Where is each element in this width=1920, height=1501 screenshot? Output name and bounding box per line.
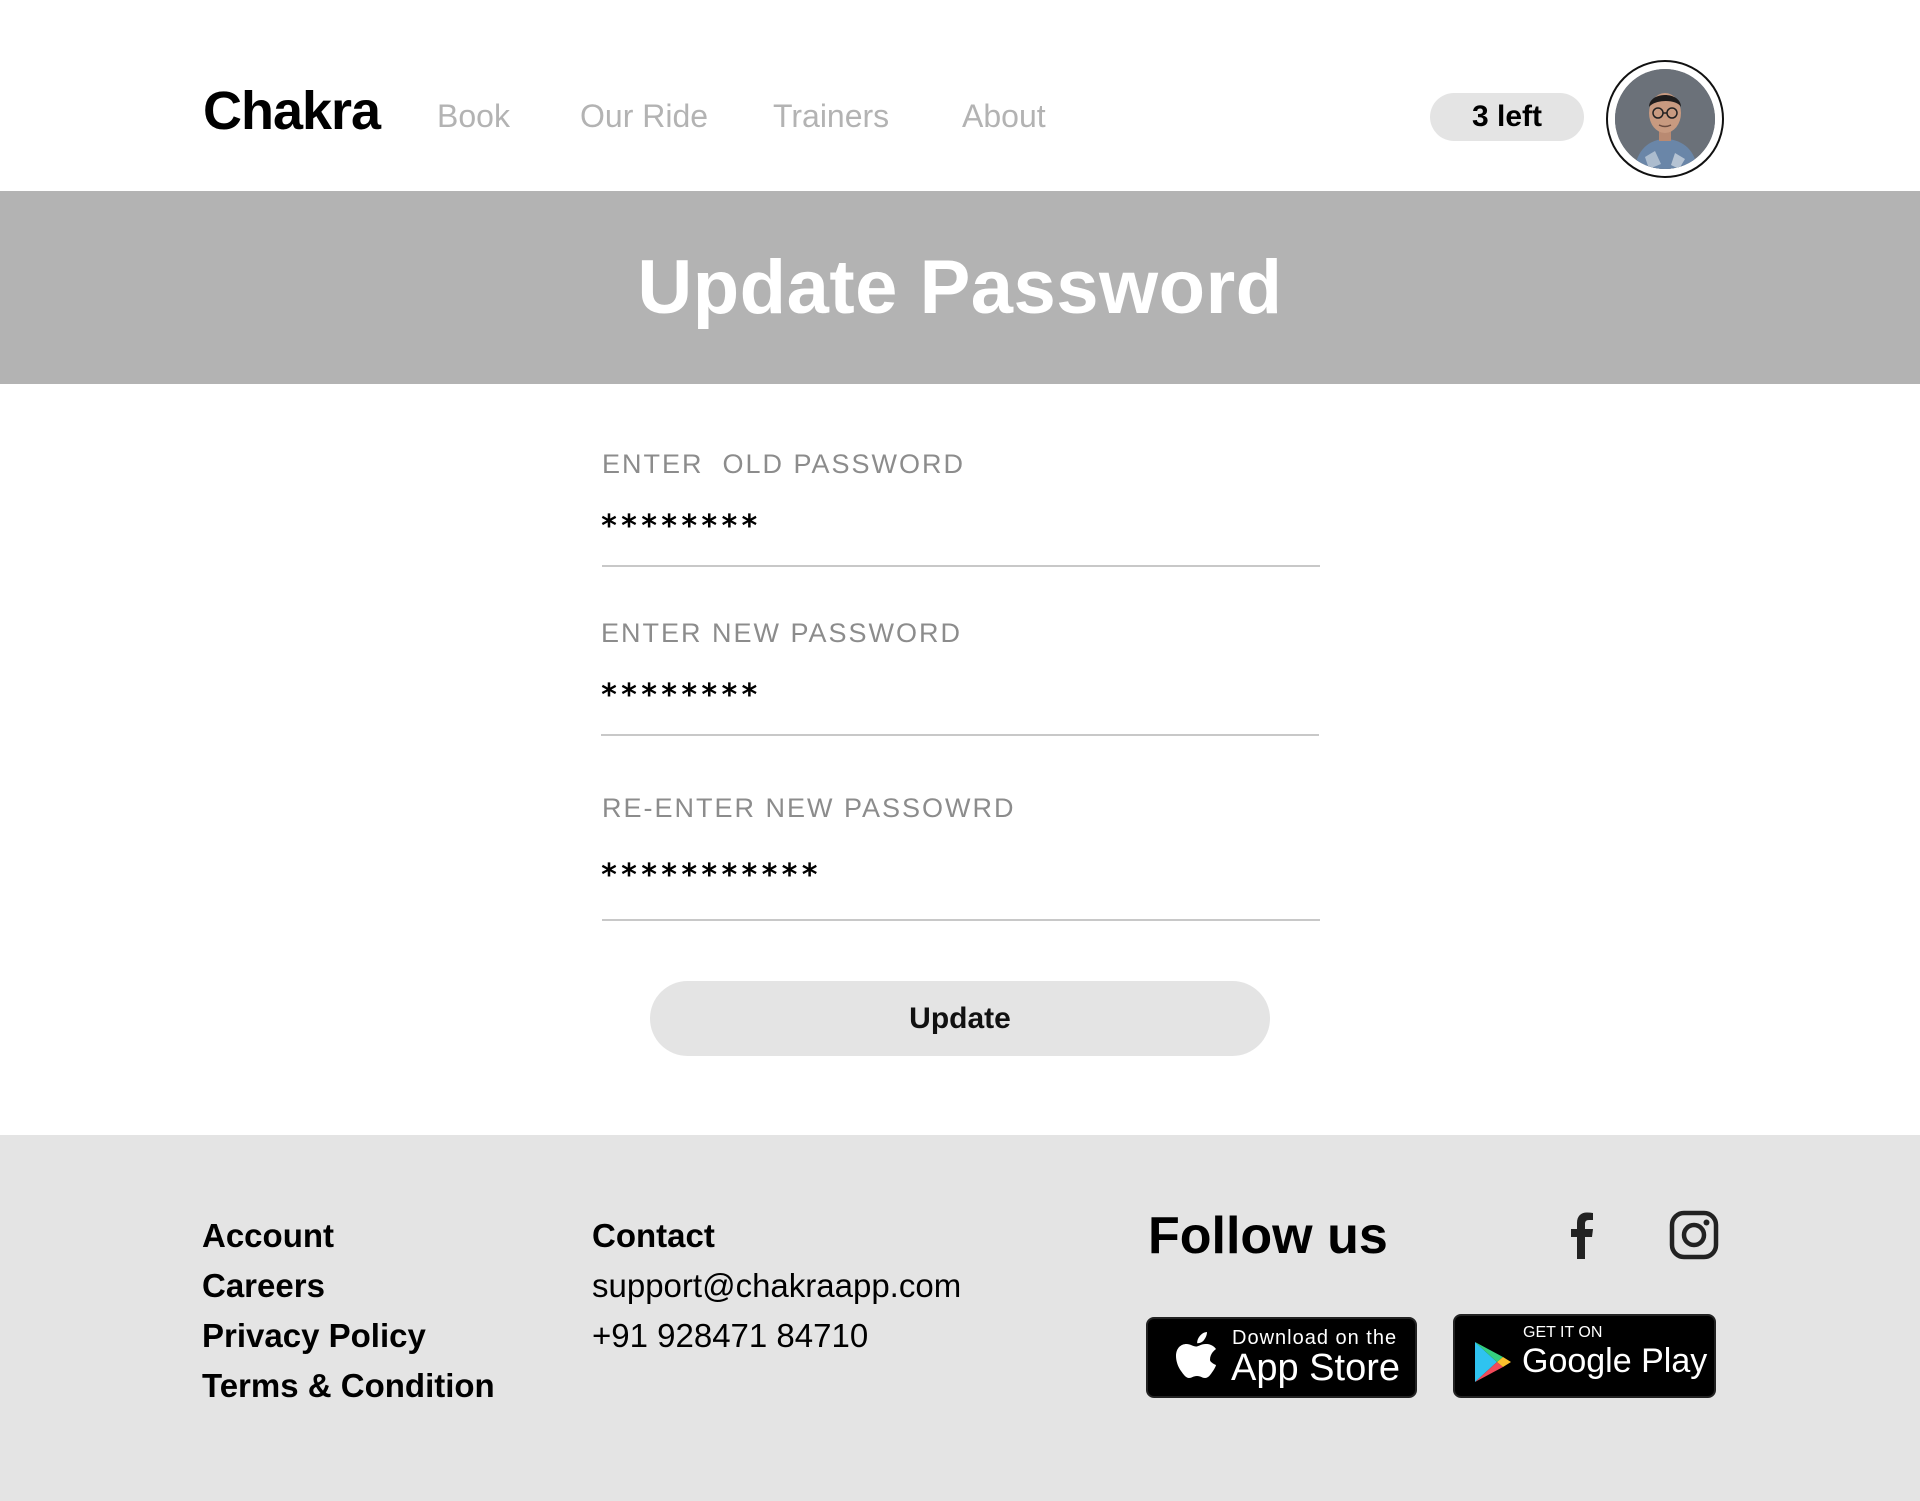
confirm-password-field: RE-ENTER NEW PASSOWRD: [600, 791, 1320, 922]
logo[interactable]: Chakra: [203, 78, 381, 144]
confirm-password-underline: [602, 919, 1320, 921]
update-button[interactable]: Update: [650, 981, 1270, 1056]
footer-link-terms[interactable]: Terms & Condition: [202, 1365, 495, 1407]
user-avatar-photo-icon: [1615, 69, 1715, 169]
old-password-field: ENTER OLD PASSWORD: [600, 447, 1320, 567]
new-password-input[interactable]: [600, 673, 1320, 717]
old-password-label: ENTER OLD PASSWORD: [602, 449, 966, 479]
avatar: [1615, 69, 1715, 169]
page-banner: Update Password: [0, 191, 1920, 384]
contact-heading: Contact: [592, 1217, 715, 1254]
site-header: Chakra Book Our Ride Trainers About 3 le…: [0, 0, 1920, 191]
footer-link-account[interactable]: Account: [202, 1215, 334, 1257]
credits-badge[interactable]: 3 left: [1430, 93, 1584, 141]
new-password-field: ENTER NEW PASSWORD: [600, 616, 1320, 736]
google-play-badge[interactable]: GET IT ON Google Play: [1453, 1314, 1716, 1398]
new-password-label: ENTER NEW PASSWORD: [601, 618, 963, 648]
facebook-icon[interactable]: [1556, 1209, 1608, 1261]
app-store-badge[interactable]: Download on the App Store: [1146, 1317, 1417, 1398]
contact-email[interactable]: support@chakraapp.com: [592, 1265, 961, 1307]
nav-our-ride[interactable]: Our Ride: [580, 96, 708, 136]
nav-trainers[interactable]: Trainers: [773, 96, 889, 136]
instagram-icon[interactable]: [1668, 1209, 1720, 1261]
confirm-password-input[interactable]: [600, 853, 1320, 897]
site-footer: Account Careers Privacy Policy Terms & C…: [0, 1135, 1920, 1501]
google-play-big-text: Google Play: [1522, 1342, 1708, 1380]
footer-link-privacy-policy[interactable]: Privacy Policy: [202, 1315, 426, 1357]
avatar-button[interactable]: [1606, 60, 1724, 178]
new-password-underline: [601, 734, 1319, 736]
page-title: Update Password: [637, 245, 1283, 330]
google-play-icon: [1475, 1342, 1511, 1382]
app-store-big-text: App Store: [1231, 1347, 1400, 1389]
nav-about[interactable]: About: [962, 96, 1046, 136]
old-password-input[interactable]: [600, 504, 1320, 548]
google-play-small-text: GET IT ON: [1523, 1324, 1603, 1341]
old-password-underline: [602, 565, 1320, 567]
apple-icon: [1176, 1332, 1216, 1378]
follow-heading: Follow us: [1148, 1207, 1388, 1265]
nav-book[interactable]: Book: [437, 96, 510, 136]
contact-phone[interactable]: +91 928471 84710: [592, 1315, 868, 1357]
footer-link-careers[interactable]: Careers: [202, 1265, 325, 1307]
confirm-password-label: RE-ENTER NEW PASSOWRD: [602, 793, 1016, 823]
